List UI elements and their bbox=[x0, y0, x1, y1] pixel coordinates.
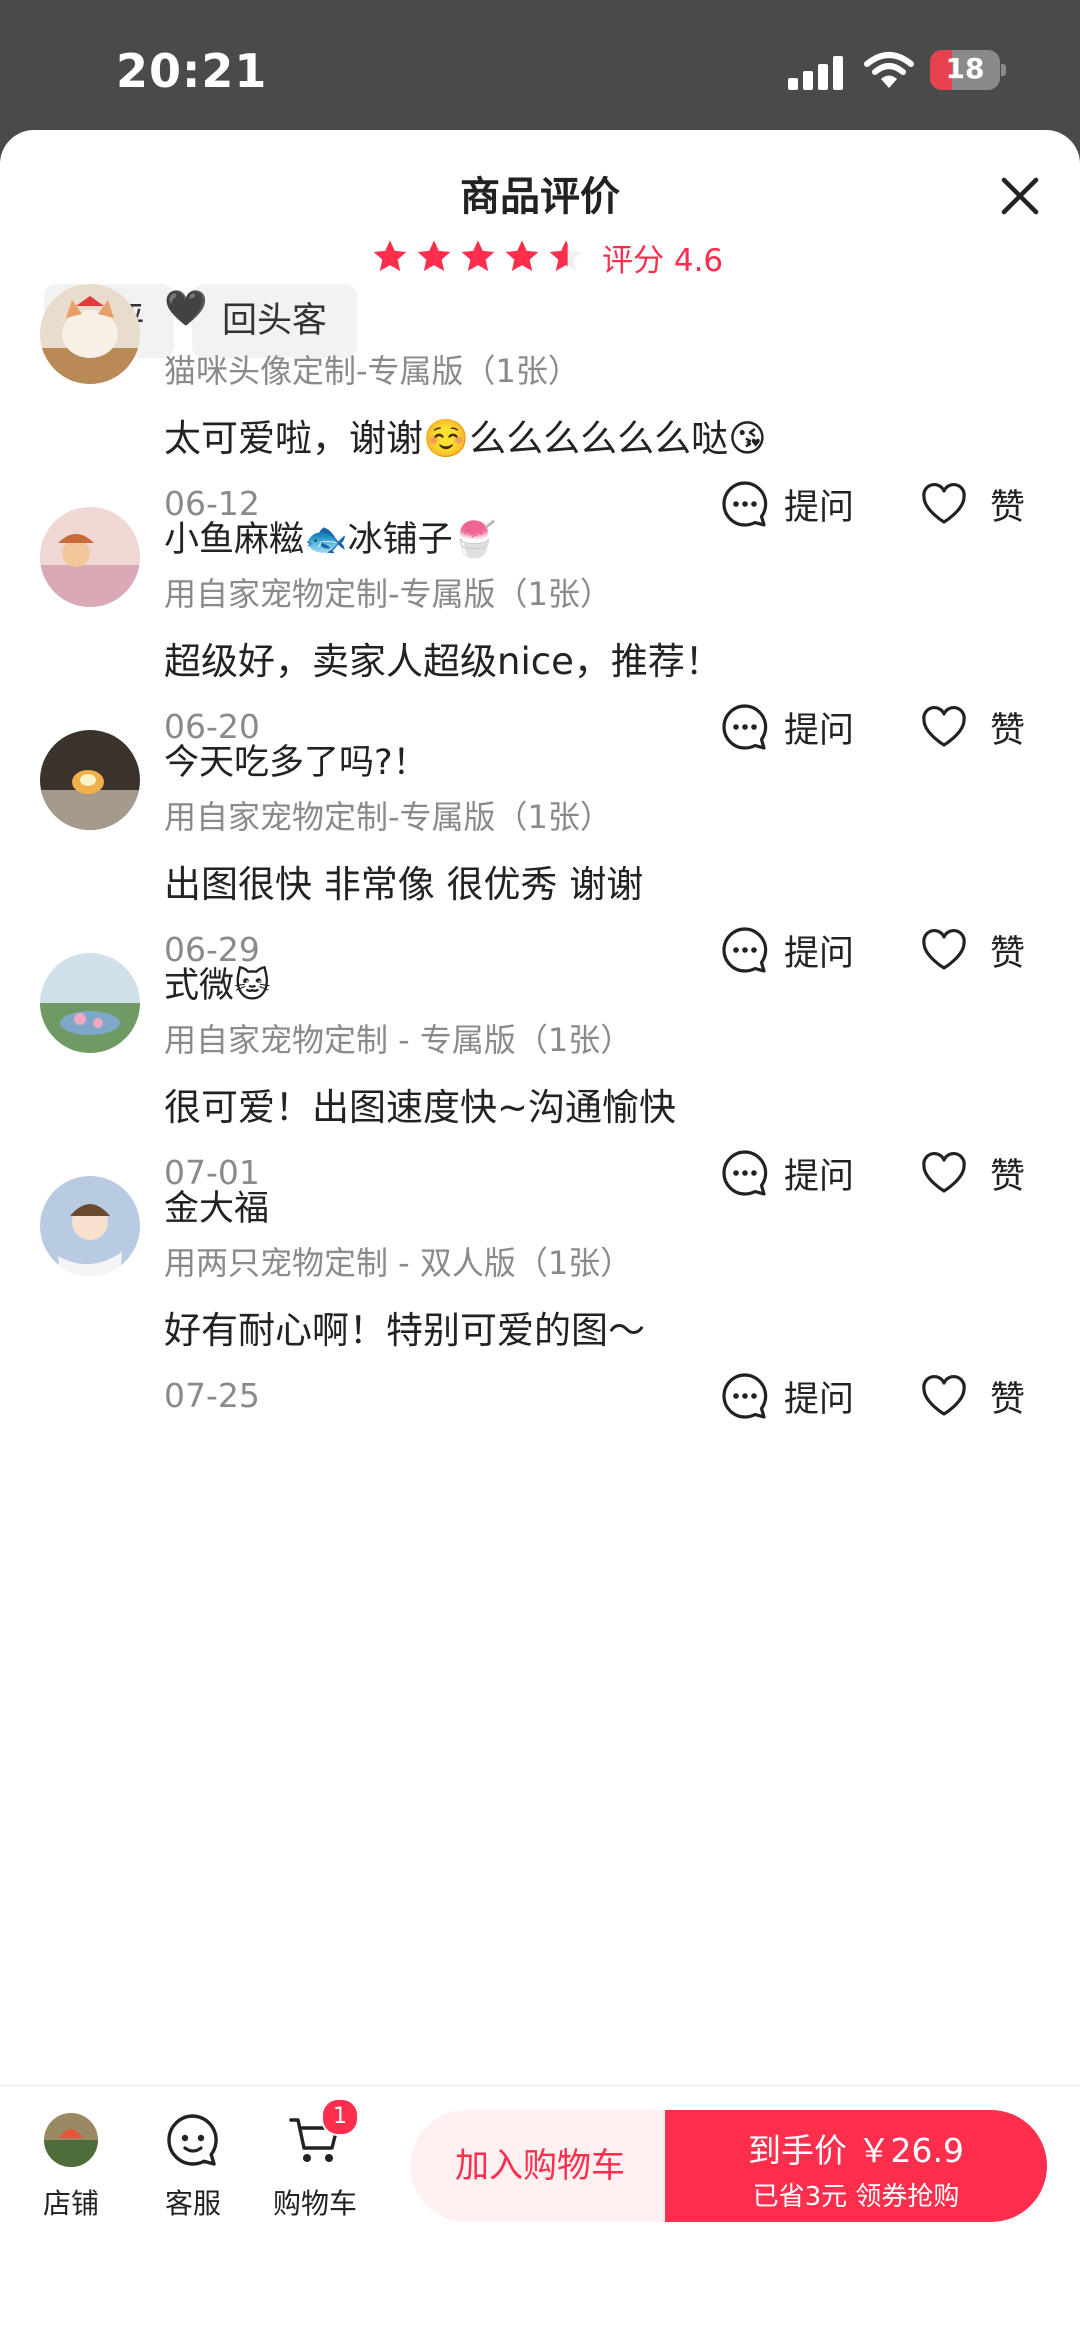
sheet-title: 商品评价 bbox=[460, 174, 620, 220]
half-star-icon bbox=[549, 240, 583, 271]
nav-shop-label: 店铺 bbox=[42, 2187, 99, 2220]
review-variant: 用两只宠物定制 - 双人版（1张） bbox=[164, 1244, 633, 1282]
reviewer-name: 🖤 bbox=[164, 289, 208, 329]
review-text: 超级好，卖家人超级nice，推荐！ bbox=[164, 640, 722, 683]
heart-icon bbox=[922, 1374, 966, 1416]
final-price: 到手价 ￥26.9 bbox=[748, 2131, 964, 2170]
avatar[interactable] bbox=[40, 953, 140, 1053]
chat-icon bbox=[722, 1373, 768, 1419]
shop-icon bbox=[43, 2112, 99, 2168]
review-variant: 猫咪头像定制-专属版（1张） bbox=[164, 352, 580, 390]
buy-now-button[interactable]: 到手价 ￥26.9 已省3元 领券抢购 bbox=[665, 2110, 1047, 2222]
cellular-signal-icon bbox=[788, 56, 844, 90]
reviews-sheet: 商品评价 评分 4.6 好评 回头客 bbox=[0, 130, 1080, 2337]
review-item: 金大福 用两只宠物定制 - 双人版（1张） 好有耐心啊！特别可爱的图～ 07-2… bbox=[0, 1176, 1080, 1496]
ask-button[interactable]: 提问 bbox=[720, 1368, 854, 1424]
cart-count-badge: 1 bbox=[321, 2098, 359, 2136]
review-date: 07-25 bbox=[164, 1376, 260, 1415]
bottom-action-bar: 店铺 客服 1 购物车 加入购物车 到手价 ￥26.9 已省3元 领券抢购 bbox=[0, 2085, 1080, 2338]
review-variant: 用自家宠物定制-专属版（1张） bbox=[164, 798, 612, 836]
close-icon[interactable] bbox=[990, 166, 1050, 226]
reviewer-name: 金大福 bbox=[164, 1189, 270, 1229]
avatar[interactable] bbox=[40, 1176, 140, 1276]
avatar[interactable] bbox=[40, 507, 140, 607]
cart-icon: 1 bbox=[287, 2098, 359, 2168]
review-text: 太可爱啦，谢谢☺️么么么么么么哒😘 bbox=[164, 417, 767, 460]
status-bar: 20:21 18 bbox=[0, 0, 1080, 140]
nav-cart[interactable]: 1 购物车 bbox=[260, 2098, 370, 2222]
review-text: 很可爱！出图速度快~沟通愉快 bbox=[164, 1086, 677, 1129]
nav-shop[interactable]: 店铺 bbox=[16, 2112, 126, 2222]
review-text: 好有耐心啊！特别可爱的图～ bbox=[164, 1309, 645, 1352]
nav-service-label: 客服 bbox=[164, 2187, 221, 2220]
like-button[interactable]: 赞 bbox=[920, 1368, 1025, 1424]
star-icon bbox=[417, 240, 451, 271]
avatar[interactable] bbox=[40, 730, 140, 830]
status-time: 20:21 bbox=[116, 44, 268, 98]
avatar[interactable] bbox=[40, 284, 140, 384]
coupon-savings: 已省3元 领券抢购 bbox=[752, 2182, 960, 2212]
ask-label: 提问 bbox=[784, 1379, 855, 1420]
wifi-icon bbox=[864, 52, 914, 88]
rating-row: 评分 4.6 bbox=[370, 230, 723, 284]
review-variant: 用自家宠物定制-专属版（1张） bbox=[164, 575, 612, 613]
reviewer-name: 小鱼麻糍🐟冰铺子🍧 bbox=[164, 520, 497, 560]
review-variant: 用自家宠物定制 - 专属版（1张） bbox=[164, 1021, 633, 1059]
nav-cart-label: 购物车 bbox=[272, 2187, 357, 2220]
add-to-cart-button[interactable]: 加入购物车 bbox=[410, 2110, 670, 2222]
battery-icon: 18 bbox=[930, 50, 1006, 90]
like-label: 赞 bbox=[990, 1379, 1026, 1420]
rating-score: 评分 4.6 bbox=[602, 242, 724, 279]
battery-level: 18 bbox=[945, 52, 985, 85]
reviewer-name: 式微🐱 bbox=[164, 966, 271, 1006]
review-text: 出图很快 非常像 很优秀 谢谢 bbox=[164, 863, 644, 906]
customer-service-icon bbox=[165, 2112, 221, 2168]
star-icon bbox=[505, 240, 539, 271]
star-icon bbox=[373, 240, 407, 271]
star-icon bbox=[461, 240, 495, 271]
reviewer-name: 今天吃多了吗?！ bbox=[164, 743, 428, 783]
nav-customer-service[interactable]: 客服 bbox=[138, 2112, 248, 2222]
